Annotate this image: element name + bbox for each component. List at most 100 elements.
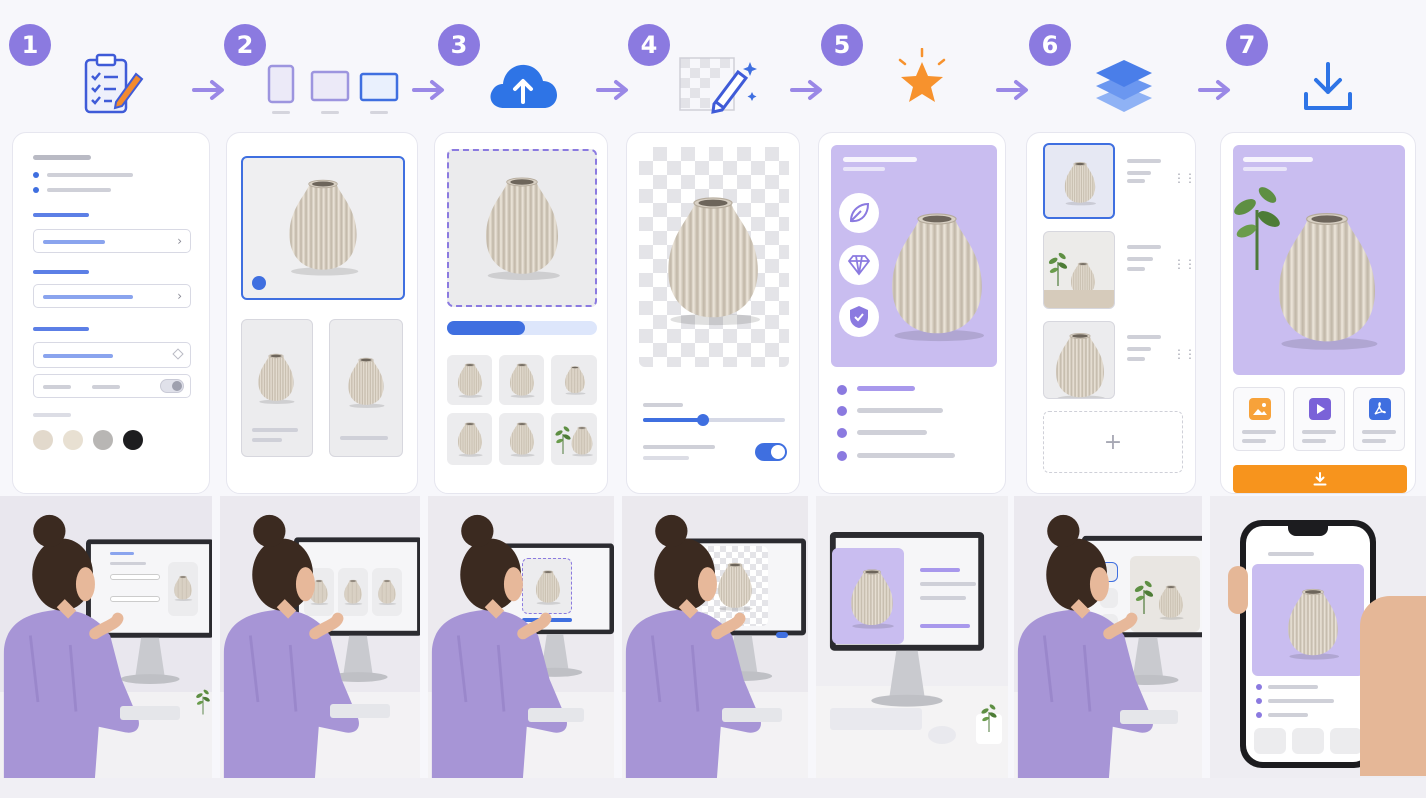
select-field-2[interactable]: › xyxy=(33,284,191,308)
thumbnail[interactable] xyxy=(551,413,597,465)
thumbnail[interactable] xyxy=(499,355,544,405)
toggle-row[interactable] xyxy=(33,374,191,398)
download-icon xyxy=(1304,62,1352,110)
magic-eraser-icon xyxy=(679,57,757,114)
vase-image xyxy=(254,348,298,408)
arrow-right-icon xyxy=(1198,80,1230,100)
layout-option-tall[interactable] xyxy=(329,319,403,457)
step-badge-2: 2 xyxy=(224,24,266,66)
upload-progress-bar xyxy=(447,321,597,335)
chevron-right-icon: › xyxy=(177,289,182,303)
thumbnail[interactable] xyxy=(551,355,597,405)
scene-user-step-2 xyxy=(220,496,420,778)
vase-image xyxy=(881,193,993,357)
bottom-border xyxy=(0,778,1426,798)
bullet-dot xyxy=(33,172,39,178)
video-file-icon xyxy=(1309,398,1331,420)
arrow-right-icon xyxy=(192,80,224,100)
cloud-upload-icon xyxy=(490,64,557,108)
color-swatch[interactable] xyxy=(33,430,53,450)
select-field-1[interactable]: › xyxy=(33,229,191,253)
color-swatch[interactable] xyxy=(93,430,113,450)
color-swatch[interactable] xyxy=(123,430,143,450)
export-image-option[interactable] xyxy=(1233,387,1285,451)
panel-background-removal xyxy=(626,132,800,494)
person-at-desk xyxy=(1014,512,1164,778)
transparent-canvas xyxy=(639,147,789,367)
panel-arrange: ⋮⋮ ⋮⋮ ⋮⋮ + xyxy=(1026,132,1196,494)
thumbnail[interactable] xyxy=(447,355,492,405)
layout-option-portrait[interactable] xyxy=(241,319,313,457)
export-pdf-option[interactable] xyxy=(1353,387,1405,451)
export-video-option[interactable] xyxy=(1293,387,1345,451)
panel-layout-select xyxy=(226,132,418,494)
toggle-switch[interactable] xyxy=(755,443,787,461)
panel-upload xyxy=(434,132,608,494)
leaf-icon[interactable] xyxy=(839,193,879,233)
step-badge-1: 1 xyxy=(9,24,51,66)
person-at-desk xyxy=(428,512,578,778)
vase-image xyxy=(344,352,388,412)
arrow-right-icon xyxy=(412,80,444,100)
chevron-right-icon: › xyxy=(177,234,182,248)
add-layer-button[interactable]: + xyxy=(1043,411,1183,473)
upload-progress-fill xyxy=(447,321,525,335)
diamond-icon xyxy=(172,348,184,360)
scene-user-step-3 xyxy=(428,496,614,778)
color-swatch[interactable] xyxy=(63,430,83,450)
diamond-gem-icon[interactable] xyxy=(839,245,879,285)
panel-product-form: › › xyxy=(12,132,210,494)
layers-icon xyxy=(1096,60,1152,112)
layer-item-selected[interactable] xyxy=(1043,143,1115,219)
drag-handle-icon[interactable]: ⋮⋮ xyxy=(1173,171,1195,185)
scene-user-step-6 xyxy=(1014,496,1202,778)
step-badge-7: 7 xyxy=(1226,24,1268,66)
enhanced-preview xyxy=(831,145,997,367)
scene-user-step-4 xyxy=(622,496,808,778)
scene-user-step-5 xyxy=(816,496,1008,778)
step-badge-4: 4 xyxy=(628,24,670,66)
person-at-desk xyxy=(622,512,772,778)
scene-user-step-1 xyxy=(0,496,212,778)
step-badge-6: 6 xyxy=(1029,24,1071,66)
thumbnail[interactable] xyxy=(499,413,544,465)
arrow-right-icon xyxy=(596,80,628,100)
thumbnail[interactable] xyxy=(447,413,492,465)
panel-enhance xyxy=(818,132,1006,494)
input-field[interactable] xyxy=(33,342,191,368)
layer-item[interactable] xyxy=(1043,321,1115,399)
upload-dropzone[interactable] xyxy=(447,149,597,307)
vase-image xyxy=(477,169,567,285)
shield-check-icon[interactable] xyxy=(839,297,879,337)
slider-track[interactable] xyxy=(643,414,785,426)
bullet-dot xyxy=(33,187,39,193)
selected-indicator xyxy=(252,276,266,290)
person-at-desk xyxy=(220,512,370,778)
final-preview xyxy=(1233,145,1405,375)
drag-handle-icon[interactable]: ⋮⋮ xyxy=(1173,347,1195,361)
arrow-right-icon xyxy=(996,80,1028,100)
download-icon xyxy=(1313,472,1327,486)
drag-handle-icon[interactable]: ⋮⋮ xyxy=(1173,257,1195,271)
download-button[interactable] xyxy=(1233,465,1407,493)
clipboard-checklist-icon xyxy=(84,53,144,114)
device-frames-icon xyxy=(267,64,399,114)
smartphone xyxy=(1240,520,1376,768)
person-at-desk xyxy=(0,512,150,778)
hand xyxy=(1360,596,1426,776)
vase-image xyxy=(657,187,769,331)
pdf-file-icon xyxy=(1369,398,1391,420)
toggle-switch[interactable] xyxy=(160,379,184,393)
selected-layout-preview[interactable] xyxy=(241,156,405,300)
panel-export xyxy=(1220,132,1416,494)
step-badge-3: 3 xyxy=(438,24,480,66)
arrow-right-icon xyxy=(790,80,822,100)
vase-image xyxy=(281,172,365,280)
vase-image xyxy=(1267,195,1387,363)
layer-item[interactable] xyxy=(1043,231,1115,309)
slider-handle[interactable] xyxy=(696,414,709,426)
scene-mobile-preview xyxy=(1210,496,1426,778)
sparkle-star-icon xyxy=(898,48,946,102)
image-file-icon xyxy=(1249,398,1271,420)
step-badge-5: 5 xyxy=(821,24,863,66)
